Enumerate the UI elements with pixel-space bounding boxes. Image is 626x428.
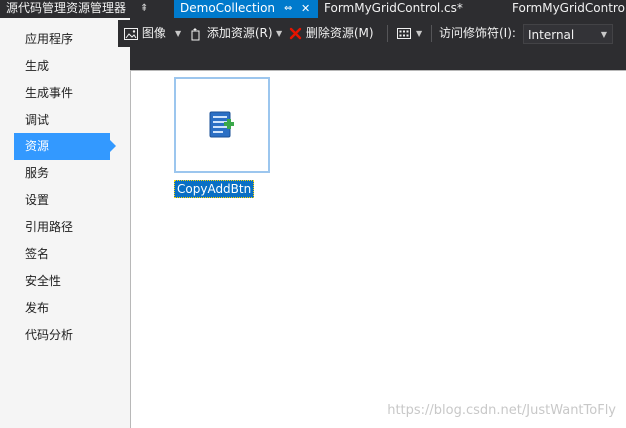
project-properties-sidebar: 应用程序 生成 生成事件 调试 资源 服务 设置 引用路径 签名 安全性 发布 … xyxy=(0,18,130,428)
sidebar-item-build[interactable]: 生成 xyxy=(14,53,110,80)
toolbar-separator xyxy=(431,25,432,42)
sidebar-item-label: 生成事件 xyxy=(25,86,74,100)
view-grid-icon xyxy=(397,28,411,39)
remove-resource-icon xyxy=(289,27,302,40)
sidebar-item-publish[interactable]: 发布 xyxy=(14,295,110,322)
sidebar-item-application[interactable]: 应用程序 xyxy=(14,26,110,53)
sidebar-item-build-events[interactable]: 生成事件 xyxy=(14,80,110,107)
tab-formmygridcontrol[interactable]: FormMyGridControl xyxy=(506,0,626,18)
sidebar-item-reference-paths[interactable]: 引用路径 xyxy=(14,214,110,241)
close-icon[interactable]: ✕ xyxy=(301,0,310,17)
sidebar-item-label: 服务 xyxy=(25,166,50,180)
view-mode-button[interactable] xyxy=(397,20,411,47)
add-resource-icon xyxy=(191,27,200,40)
sidebar-item-debug[interactable]: 调试 xyxy=(14,107,110,134)
sidebar-item-label: 应用程序 xyxy=(25,32,74,46)
sidebar-item-label: 生成 xyxy=(25,59,50,73)
sidebar-item-signing[interactable]: 签名 xyxy=(14,241,110,268)
sidebar-item-label: 调试 xyxy=(25,113,50,127)
tab-source-control-explorer[interactable]: 源代码管理资源管理器 ⇞ xyxy=(0,0,174,18)
sidebar-item-code-analysis[interactable]: 代码分析 xyxy=(14,322,110,349)
resource-name-label[interactable]: CopyAddBtn xyxy=(174,180,255,198)
sidebar-item-security[interactable]: 安全性 xyxy=(14,268,110,295)
access-modifier-select[interactable]: Internal ▼ xyxy=(523,24,613,44)
document-add-icon xyxy=(209,111,234,138)
image-icon xyxy=(124,27,138,40)
sidebar-item-label: 引用路径 xyxy=(25,220,74,234)
image-menu-button[interactable]: 图像 xyxy=(124,20,166,47)
sidebar-item-label: 发布 xyxy=(25,301,50,315)
sidebar-item-label: 安全性 xyxy=(25,274,62,288)
watermark: https://blog.csdn.net/JustWantToFly xyxy=(387,403,616,418)
sidebar-item-services[interactable]: 服务 xyxy=(14,160,110,187)
remove-resource-button[interactable]: 删除资源(M) xyxy=(289,20,374,47)
image-button-label: 图像 xyxy=(141,26,166,40)
document-tab-strip: 源代码管理资源管理器 ⇞ DemoCollection ⇔ ✕ FormMyGr… xyxy=(0,0,626,18)
tab-label: FormMyGridControl.cs* xyxy=(324,1,463,15)
resources-content-pane[interactable]: CopyAddBtn https://blog.csdn.net/JustWan… xyxy=(130,70,626,428)
sidebar-item-resources[interactable]: 资源 xyxy=(14,133,116,160)
tab-democollection[interactable]: DemoCollection ⇔ ✕ xyxy=(174,0,318,18)
tab-label: DemoCollection xyxy=(180,1,276,15)
chevron-down-icon: ▼ xyxy=(600,30,607,39)
add-resource-button[interactable]: 添加资源(R) xyxy=(189,20,273,47)
tab-formmygridcontrol-cs[interactable]: FormMyGridControl.cs* xyxy=(318,0,506,18)
access-modifier-label: 访问修饰符(I): xyxy=(439,26,516,40)
access-modifier-value: Internal xyxy=(528,28,575,42)
image-dropdown-arrow-icon[interactable]: ▼ xyxy=(175,20,181,47)
selection-arrow-icon xyxy=(110,140,116,152)
tab-label: FormMyGridControl xyxy=(512,1,626,15)
sidebar-item-settings[interactable]: 设置 xyxy=(14,187,110,214)
resources-toolbar: 图像 ▼ 添加资源(R) ▼ 删除资源(M) ▼ 访问修饰符(I): Inter… xyxy=(118,20,626,47)
view-dropdown-arrow-icon[interactable]: ▼ xyxy=(416,20,422,47)
pin-icon[interactable]: ⇞ xyxy=(140,0,148,17)
add-resource-dropdown-arrow-icon[interactable]: ▼ xyxy=(276,20,282,47)
toolbar-separator xyxy=(387,25,388,42)
add-resource-label: 添加资源(R) xyxy=(206,26,273,40)
sidebar-item-label: 代码分析 xyxy=(25,328,74,342)
pin-icon[interactable]: ⇔ xyxy=(284,0,292,17)
sidebar-item-label: 签名 xyxy=(25,247,50,261)
sidebar-item-label: 资源 xyxy=(25,139,50,153)
sidebar-item-label: 设置 xyxy=(25,193,50,207)
resource-tile[interactable] xyxy=(174,77,270,173)
tab-label: 源代码管理资源管理器 xyxy=(6,1,127,15)
remove-resource-label: 删除资源(M) xyxy=(305,26,374,40)
